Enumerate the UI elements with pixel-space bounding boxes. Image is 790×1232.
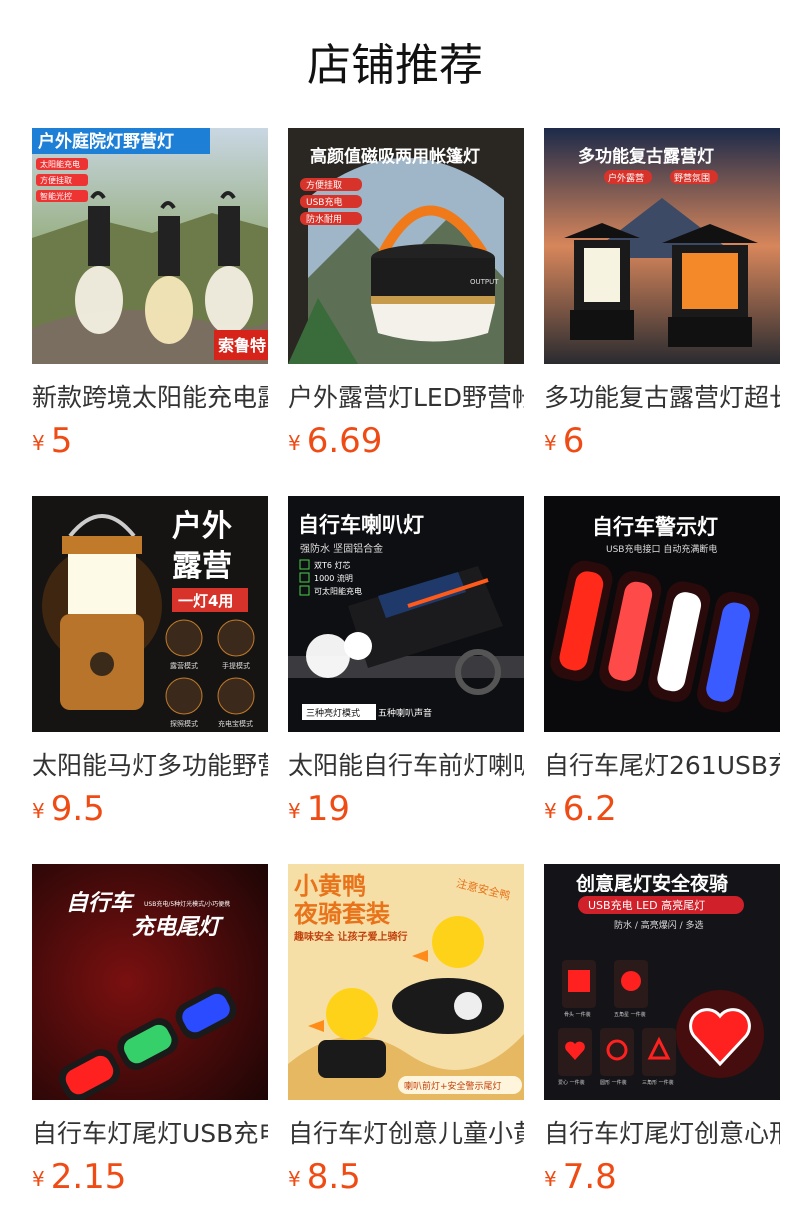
mini-label: 爱心 一件装 bbox=[558, 1079, 585, 1086]
price-value: 19 bbox=[306, 789, 350, 829]
subtitle-text: 趣味安全 让孩子爱上骑行 bbox=[293, 930, 407, 943]
product-card[interactable]: 多功能复古露营灯 户外露营 野营氛围 多功能复古露营灯超长续航 ¥6 bbox=[544, 128, 780, 468]
product-card[interactable]: 小黄鸭 夜骑套装 注意安全鸭 趣味安全 让孩子爱上骑行 喇叭前灯+安全警示尾灯 … bbox=[288, 864, 524, 1204]
product-image[interactable]: 户外 露营 一灯4用 露营模式 手提模式 探照模式 充电宝模式 bbox=[32, 496, 268, 732]
tag-text: 防水耐用 bbox=[306, 213, 342, 225]
price-value: 6.2 bbox=[562, 789, 617, 829]
product-image[interactable]: 高颜值磁吸两用帐篷灯 方便挂取 USB充电 防水耐用 OUTPUT bbox=[288, 128, 524, 364]
product-name[interactable]: 太阳能自行车前灯喇叭灯 bbox=[288, 746, 524, 786]
pill-text: USB充电 LED 高亮尾灯 bbox=[588, 898, 705, 912]
badge-text: 一灯4用 bbox=[178, 592, 233, 610]
currency-symbol: ¥ bbox=[288, 799, 301, 823]
product-price: ¥7.8 bbox=[544, 1154, 617, 1200]
product-price: ¥6.69 bbox=[288, 418, 382, 464]
product-card[interactable]: 自行车 USB充电/5种灯光模式/小巧便携 充电尾灯 自行车灯尾灯USB充电警示… bbox=[32, 864, 268, 1204]
footer-text: 喇叭前灯+安全警示尾灯 bbox=[404, 1080, 502, 1092]
product-image[interactable]: 户外庭院灯野营灯 太阳能充电 方便挂取 智能光控 索鲁特 bbox=[32, 128, 268, 364]
tag-text: USB充电 bbox=[306, 196, 342, 208]
banner-text: 自行车喇叭灯 bbox=[298, 513, 424, 537]
product-card[interactable]: 户外 露营 一灯4用 露营模式 手提模式 探照模式 充电宝模式 太阳能马灯多功能… bbox=[32, 496, 268, 836]
subtitle-text: USB充电/5种灯光模式/小巧便携 bbox=[144, 900, 230, 908]
subtitle-text: USB充电接口 自动充满断电 bbox=[606, 543, 717, 555]
tag-text: 智能光控 bbox=[40, 191, 72, 201]
mini-label: 三角形 一件装 bbox=[642, 1079, 674, 1086]
product-name[interactable]: 太阳能马灯多功能野营灯 bbox=[32, 746, 268, 786]
feature-text: 1000 流明 bbox=[314, 573, 353, 583]
price-value: 6 bbox=[562, 421, 585, 461]
product-price: ¥6.2 bbox=[544, 786, 617, 832]
tag-text: 方便挂取 bbox=[40, 175, 72, 185]
banner-text: 高颜值磁吸两用帐篷灯 bbox=[310, 146, 480, 167]
tag-text: 户外露营 bbox=[608, 172, 644, 184]
banner-text: 创意尾灯安全夜骑 bbox=[575, 872, 728, 895]
price-value: 6.69 bbox=[306, 421, 383, 461]
banner-line1: 户外 bbox=[172, 509, 232, 544]
product-card[interactable]: 高颜值磁吸两用帐篷灯 方便挂取 USB充电 防水耐用 OUTPUT 户外露营灯L… bbox=[288, 128, 524, 468]
mode-text: 露营模式 bbox=[170, 661, 198, 670]
product-image[interactable]: 自行车 USB充电/5种灯光模式/小巧便携 充电尾灯 bbox=[32, 864, 268, 1100]
product-image[interactable]: 小黄鸭 夜骑套装 注意安全鸭 趣味安全 让孩子爱上骑行 喇叭前灯+安全警示尾灯 bbox=[288, 864, 524, 1100]
product-name[interactable]: 自行车灯尾灯USB充电警示灯 bbox=[32, 1114, 268, 1154]
tag-text: 野营氛围 bbox=[674, 172, 710, 184]
product-card[interactable]: 自行车警示灯 USB充电接口 自动充满断电 自行车尾灯261USB充电警示灯 ¥… bbox=[544, 496, 780, 836]
device-label: OUTPUT bbox=[470, 278, 499, 286]
page-title: 店铺推荐 bbox=[307, 40, 483, 91]
product-name[interactable]: 新款跨境太阳能充电露营灯 bbox=[32, 378, 268, 418]
product-price: ¥19 bbox=[288, 786, 350, 832]
banner-line2: 露营 bbox=[172, 549, 232, 584]
tag-text: 方便挂取 bbox=[306, 179, 342, 191]
banner-line2: 夜骑套装 bbox=[293, 900, 390, 928]
mode-text: 手提模式 bbox=[222, 661, 250, 670]
currency-symbol: ¥ bbox=[288, 1167, 301, 1191]
feature-text: 双T6 灯芯 bbox=[314, 560, 351, 570]
product-image[interactable]: 自行车警示灯 USB充电接口 自动充满断电 bbox=[544, 496, 780, 732]
product-card[interactable]: 创意尾灯安全夜骑 USB充电 LED 高亮尾灯 防水 / 高亮爆闪 / 多选 骨… bbox=[544, 864, 780, 1204]
mini-label: 圆形 一件装 bbox=[600, 1079, 627, 1086]
currency-symbol: ¥ bbox=[544, 799, 557, 823]
product-image[interactable]: 创意尾灯安全夜骑 USB充电 LED 高亮尾灯 防水 / 高亮爆闪 / 多选 骨… bbox=[544, 864, 780, 1100]
product-name[interactable]: 户外露营灯LED野营帐篷灯 bbox=[288, 378, 524, 418]
footer-left: 三种亮灯模式 bbox=[306, 707, 360, 719]
product-price: ¥9.5 bbox=[32, 786, 105, 832]
banner-line2: 充电尾灯 bbox=[132, 914, 224, 940]
price-value: 5 bbox=[50, 421, 73, 461]
currency-symbol: ¥ bbox=[32, 1167, 45, 1191]
currency-symbol: ¥ bbox=[32, 431, 45, 455]
price-value: 2.15 bbox=[50, 1157, 127, 1197]
product-name[interactable]: 自行车灯尾灯创意心形警示灯 bbox=[544, 1114, 780, 1154]
product-name[interactable]: 自行车灯创意儿童小黄鸭夜骑 bbox=[288, 1114, 524, 1154]
product-card[interactable]: 户外庭院灯野营灯 太阳能充电 方便挂取 智能光控 索鲁特 新款跨境太阳能充电 ¥… bbox=[32, 128, 268, 468]
product-card[interactable]: 自行车喇叭灯 强防水 坚固铝合金 双T6 灯芯 1000 流明 可太阳能充电 三… bbox=[288, 496, 524, 836]
banner-line1: 自行车 bbox=[66, 890, 135, 916]
feature-text: 可太阳能充电 bbox=[314, 586, 362, 596]
currency-symbol: ¥ bbox=[544, 431, 557, 455]
currency-symbol: ¥ bbox=[288, 431, 301, 455]
currency-symbol: ¥ bbox=[32, 799, 45, 823]
banner-text: 户外庭院灯野营灯 bbox=[38, 131, 174, 152]
product-image[interactable]: 多功能复古露营灯 户外露营 野营氛围 bbox=[544, 128, 780, 364]
product-price: ¥8.5 bbox=[288, 1154, 361, 1200]
brand-text: 索鲁特 bbox=[218, 336, 266, 355]
banner-line1: 小黄鸭 bbox=[294, 872, 366, 900]
product-price: ¥6 bbox=[544, 418, 584, 464]
product-image[interactable]: 自行车喇叭灯 强防水 坚固铝合金 双T6 灯芯 1000 流明 可太阳能充电 三… bbox=[288, 496, 524, 732]
currency-symbol: ¥ bbox=[544, 1167, 557, 1191]
product-price: ¥2.15 bbox=[32, 1154, 126, 1200]
price-value: 8.5 bbox=[306, 1157, 361, 1197]
mode-text: 充电宝模式 bbox=[218, 719, 253, 728]
mini-label: 骨头 一件装 bbox=[564, 1011, 591, 1018]
footer-right: 五种喇叭声音 bbox=[378, 707, 432, 719]
subtitle-text: 强防水 坚固铝合金 bbox=[300, 542, 383, 555]
banner-text: 自行车警示灯 bbox=[592, 515, 718, 539]
product-name[interactable]: 多功能复古露营灯超长续航 bbox=[544, 378, 780, 418]
product-name[interactable]: 自行车尾灯261USB充电警示灯 bbox=[544, 746, 780, 786]
price-value: 9.5 bbox=[50, 789, 105, 829]
mode-text: 探照模式 bbox=[170, 719, 198, 728]
tag-text: 太阳能充电 bbox=[40, 159, 80, 169]
price-value: 7.8 bbox=[562, 1157, 617, 1197]
mini-label: 五角星 一件装 bbox=[614, 1011, 646, 1018]
product-price: ¥5 bbox=[32, 418, 72, 464]
banner-text: 多功能复古露营灯 bbox=[578, 146, 714, 167]
subtitle-text: 防水 / 高亮爆闪 / 多选 bbox=[614, 919, 704, 931]
